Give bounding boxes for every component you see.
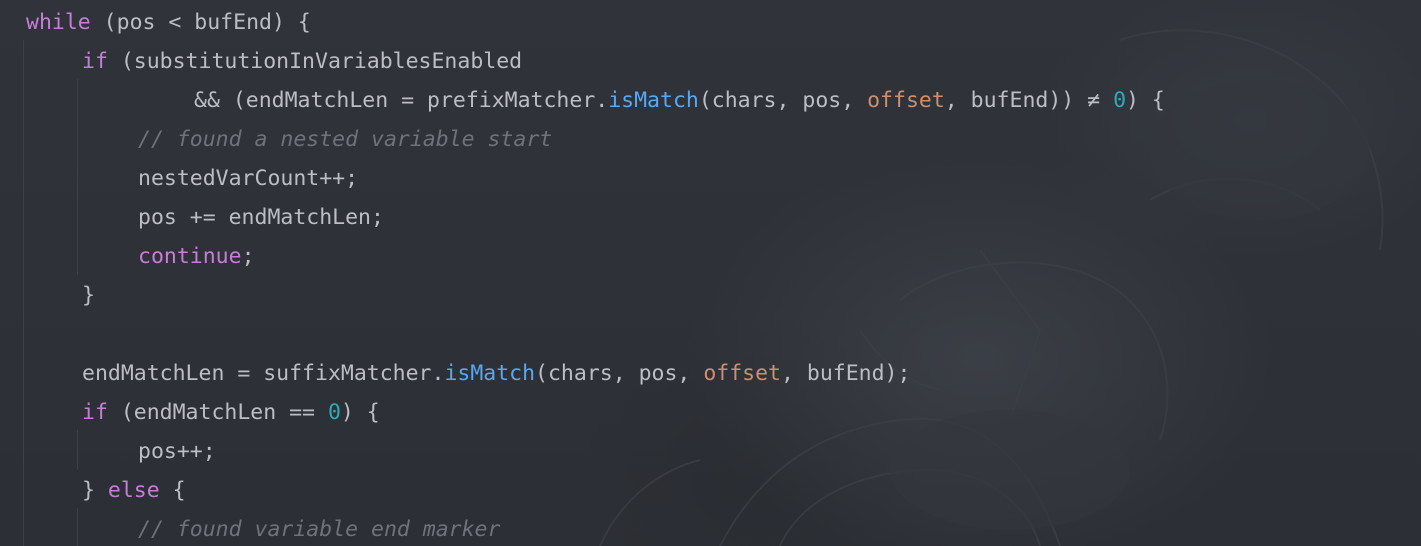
code-line[interactable]: } — [82, 276, 95, 315]
code-token: offset — [867, 88, 945, 113]
code-line[interactable]: && (endMatchLen = prefixMatcher.isMatch(… — [194, 81, 1165, 120]
indent-guide — [77, 430, 78, 470]
code-token: } — [82, 283, 95, 308]
code-token: } — [82, 478, 108, 503]
code-token: (pos < bufEnd) { — [90, 10, 311, 35]
code-line[interactable]: pos++; — [138, 432, 216, 471]
code-token: ) { — [340, 400, 380, 425]
code-line[interactable]: continue; — [138, 237, 255, 276]
code-token: , bufEnd); — [781, 361, 911, 386]
code-token: , bufEnd)) ≠ — [944, 88, 1114, 113]
code-token: { — [159, 478, 186, 503]
code-token: pos++; — [138, 439, 216, 464]
code-token: // found variable end marker — [138, 517, 501, 542]
code-token: // found a nested variable start — [138, 127, 553, 152]
code-token: ) { — [1126, 88, 1165, 113]
code-line[interactable]: pos += endMatchLen; — [138, 198, 384, 237]
code-line[interactable]: } else { — [82, 471, 186, 510]
code-token: while — [26, 10, 91, 35]
indent-guide — [23, 40, 24, 546]
code-editor[interactable]: while (pos < bufEnd) {if (substitutionIn… — [0, 0, 1421, 546]
code-token: offset — [703, 361, 781, 386]
code-token: endMatchLen = suffixMatcher. — [82, 361, 445, 386]
code-line[interactable]: if (substitutionInVariablesEnabled — [82, 42, 522, 81]
code-line[interactable]: // found a nested variable start — [138, 120, 552, 159]
code-token: if — [82, 49, 108, 74]
code-line[interactable]: nestedVarCount++; — [138, 159, 358, 198]
code-token: (chars, pos, — [535, 361, 704, 386]
code-token: isMatch — [608, 88, 699, 113]
code-line[interactable]: while (pos < bufEnd) { — [26, 3, 311, 42]
code-token: if — [82, 400, 108, 425]
indent-guide — [77, 79, 78, 275]
code-token: continue — [138, 244, 242, 269]
code-token: && (endMatchLen = prefixMatcher. — [194, 88, 609, 113]
code-token: nestedVarCount++; — [138, 166, 359, 191]
code-token: isMatch — [444, 361, 536, 386]
code-line[interactable]: // found variable end marker — [138, 510, 500, 546]
code-token: (substitutionInVariablesEnabled — [107, 49, 523, 74]
code-token: 0 — [1113, 88, 1127, 113]
indent-guide — [77, 508, 78, 546]
code-token: ; — [241, 244, 255, 269]
code-token: pos += endMatchLen; — [138, 205, 384, 230]
code-token: else — [107, 478, 160, 503]
code-token: (chars, pos, — [698, 88, 868, 113]
code-token: (endMatchLen == — [107, 400, 328, 425]
code-line[interactable]: if (endMatchLen == 0) { — [82, 393, 380, 432]
code-line[interactable]: endMatchLen = suffixMatcher.isMatch(char… — [82, 354, 910, 393]
code-token: 0 — [327, 400, 341, 425]
